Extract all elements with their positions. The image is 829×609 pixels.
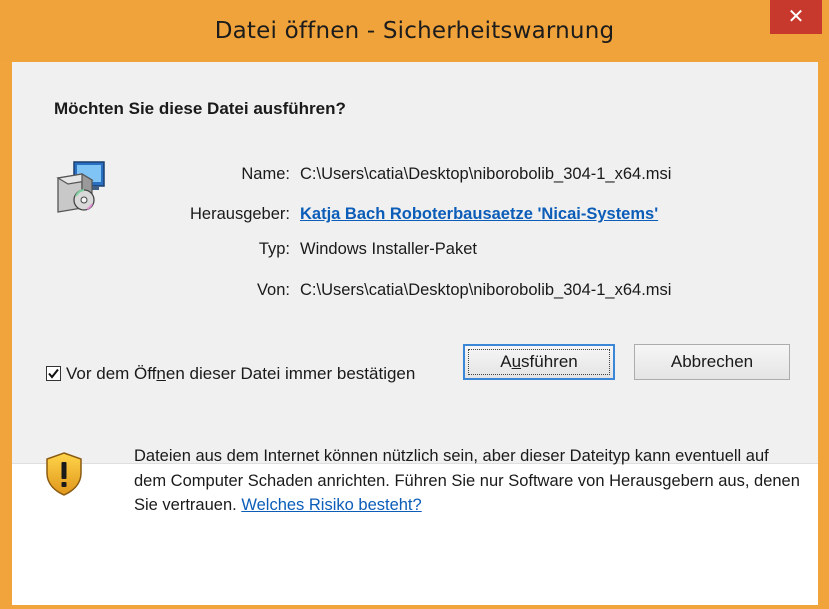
window-title: Datei öffnen - Sicherheitswarnung [214, 18, 615, 44]
publisher-label: Herausgeber: [190, 205, 290, 223]
cancel-button[interactable]: Abbrechen [634, 344, 790, 380]
type-value: Windows Installer-Paket [300, 240, 477, 258]
focus-ring [468, 349, 610, 375]
from-value: C:\Users\catia\Desktop\niborobolib_304-1… [300, 281, 672, 299]
checkmark-icon [48, 368, 59, 379]
name-label: Name: [241, 165, 290, 183]
name-value: C:\Users\catia\Desktop\niborobolib_304-1… [300, 165, 672, 183]
dialog-body: Möchten Sie diese Datei ausführen? Name:… [12, 62, 818, 605]
file-info-panel: Möchten Sie diese Datei ausführen? Name:… [12, 62, 818, 464]
run-button[interactable]: Ausführen [463, 344, 615, 380]
from-label: Von: [256, 281, 290, 299]
title-bar[interactable]: Datei öffnen - Sicherheitswarnung ✕ [0, 0, 829, 62]
close-icon: ✕ [787, 4, 805, 28]
always-confirm-checkbox[interactable] [46, 366, 61, 381]
always-confirm-label[interactable]: Vor dem Öffnen dieser Datei immer bestät… [66, 364, 415, 384]
question-heading: Möchten Sie diese Datei ausführen? [54, 99, 346, 118]
publisher-link[interactable]: Katja Bach Roboterbausaetze 'Nicai-Syste… [300, 205, 658, 224]
type-label: Typ: [258, 240, 290, 258]
close-button[interactable]: ✕ [770, 0, 822, 34]
shield-warning-icon [46, 452, 82, 496]
security-warning-dialog: Datei öffnen - Sicherheitswarnung ✕ Möch… [0, 0, 829, 609]
warning-text: Dateien aus dem Internet können nützlich… [134, 447, 800, 514]
risk-info-link[interactable]: Welches Risiko besteht? [241, 496, 421, 514]
